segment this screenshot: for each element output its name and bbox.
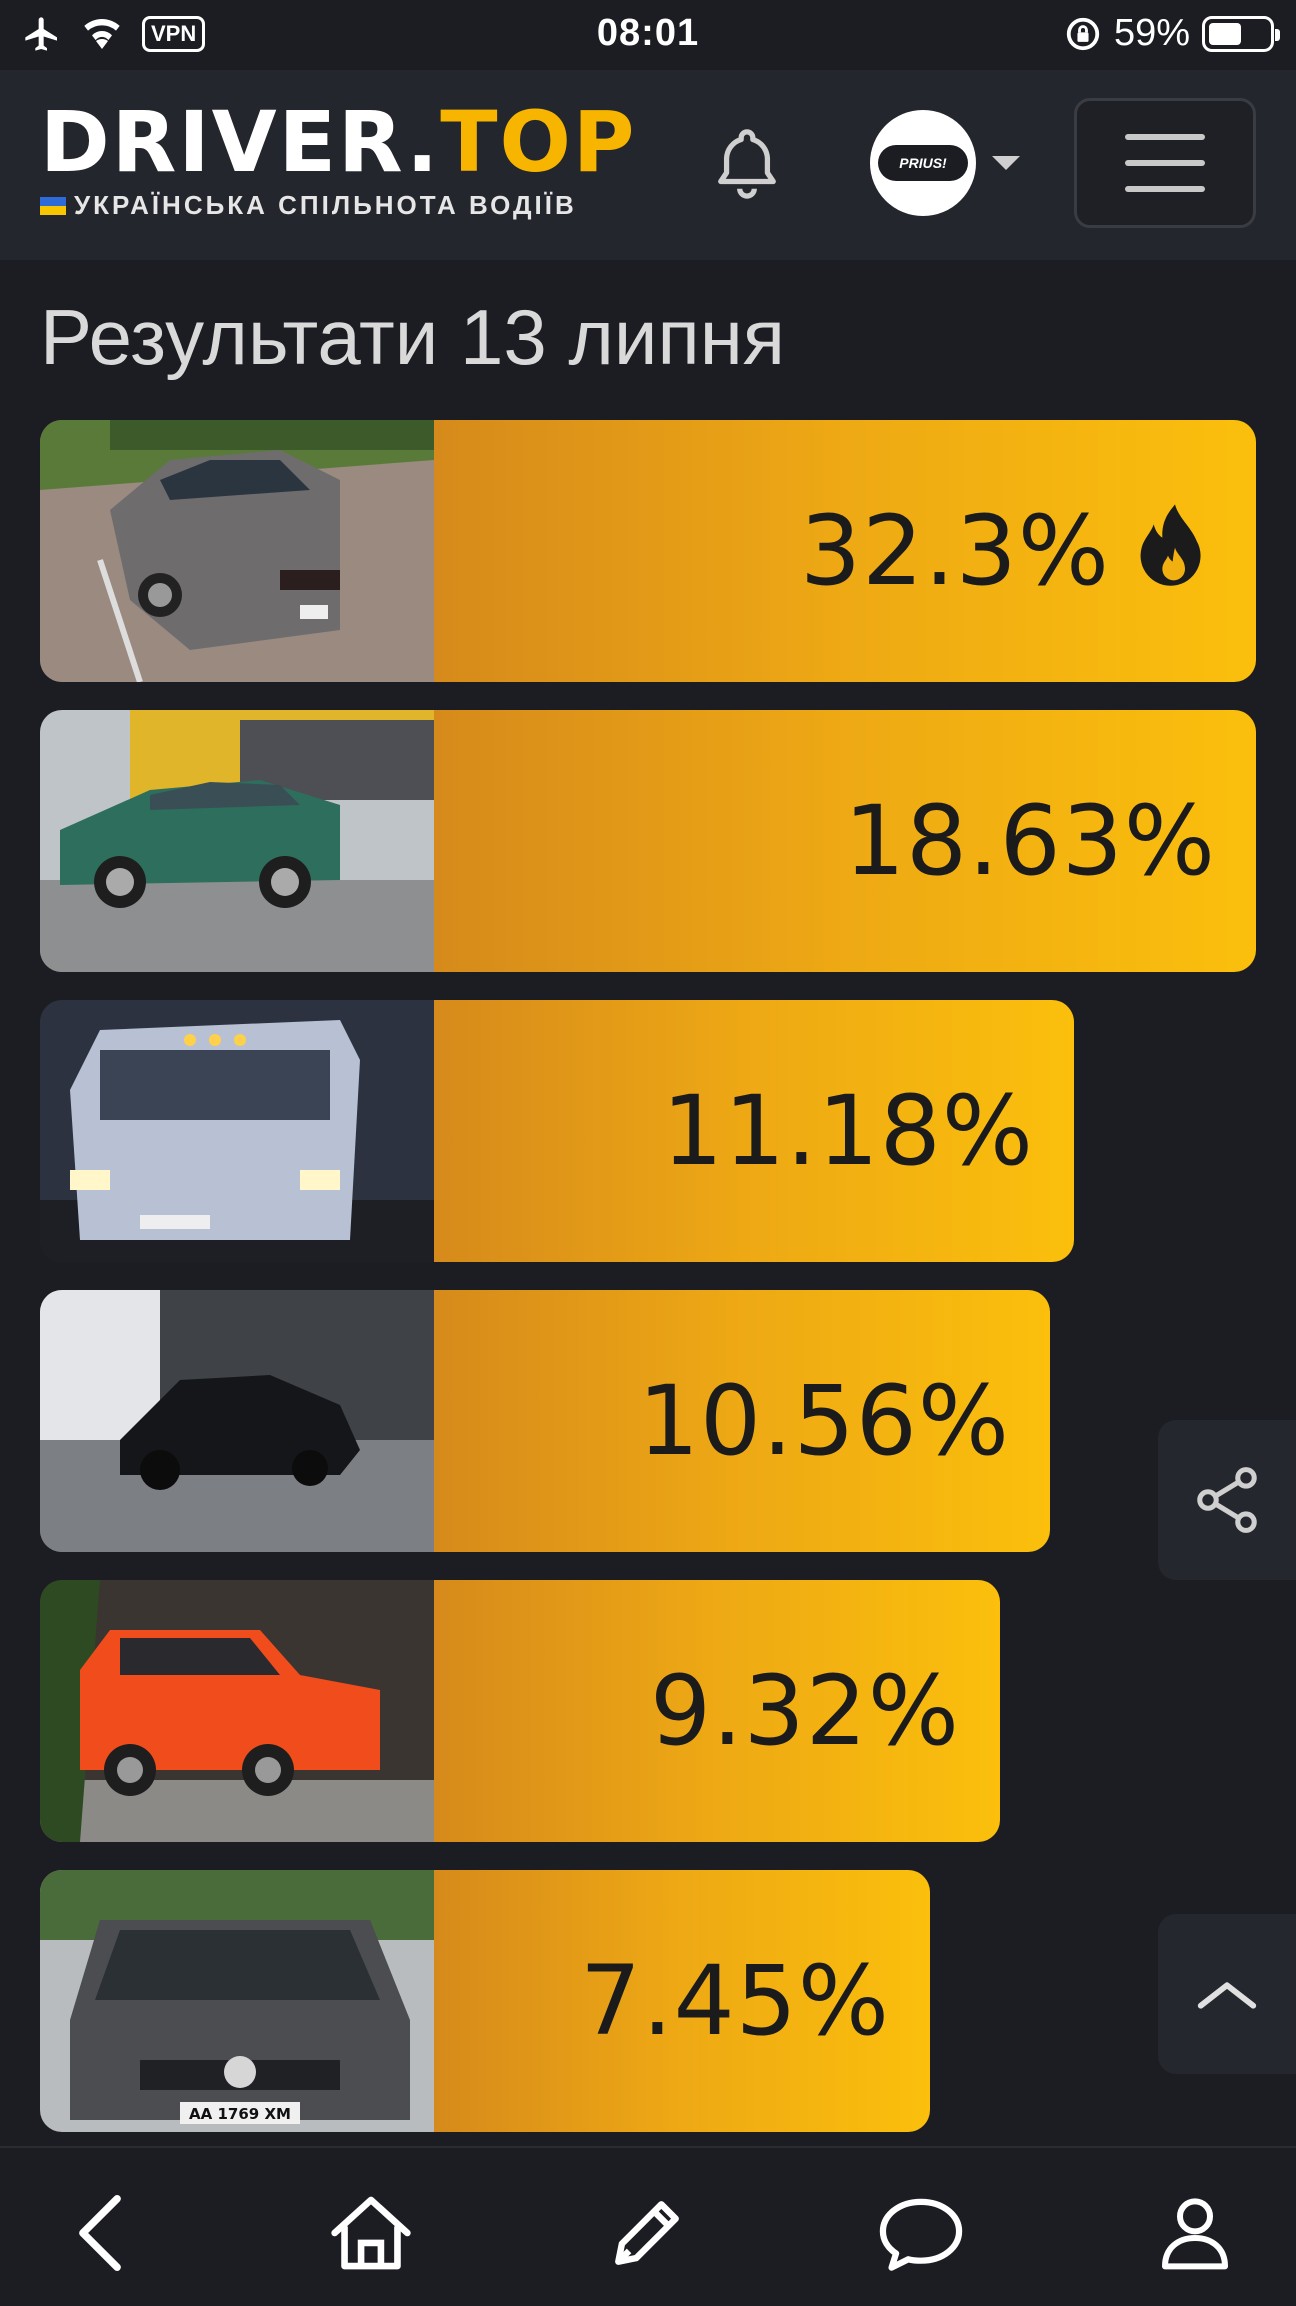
chat-icon[interactable]	[876, 2188, 966, 2278]
logo-top: TOP	[440, 93, 637, 191]
result-percent: 10.56%	[637, 1365, 1010, 1477]
back-icon[interactable]	[55, 2188, 145, 2278]
page-title: Результати 13 липня	[40, 293, 786, 381]
home-icon[interactable]	[326, 2188, 416, 2278]
rotation-lock-icon	[1066, 17, 1100, 50]
site-header: DRIVER.TOP УКРАЇНСЬКА СПІЛЬНОТА ВОДІЇВ P…	[0, 70, 1296, 260]
notifications-bell-icon[interactable]	[712, 124, 782, 204]
avatar-logo-text: PRIUS!	[878, 145, 968, 181]
menu-line-icon	[1125, 134, 1205, 140]
profile-icon[interactable]	[1150, 2188, 1240, 2278]
bottom-navigation	[0, 2146, 1296, 2306]
logo-subtitle: УКРАЇНСЬКА СПІЛЬНОТА ВОДІЇВ	[74, 190, 577, 220]
car-photo	[40, 1580, 434, 1842]
edit-icon[interactable]	[602, 2188, 692, 2278]
share-button[interactable]	[1158, 1420, 1296, 1580]
logo-driver: DRIVER.	[40, 93, 441, 191]
result-bar: 32.3%	[434, 420, 1256, 682]
result-percent: 11.18%	[661, 1075, 1034, 1187]
result-bar: 18.63%	[434, 710, 1256, 972]
result-percent: 7.45%	[580, 1945, 890, 2057]
avatar[interactable]: PRIUS!	[870, 110, 976, 216]
result-percent: 32.3%	[800, 495, 1110, 607]
result-row-4[interactable]: 10.56%	[40, 1290, 1050, 1552]
result-row-6[interactable]: AA 1769 XM 7.45%	[40, 1870, 930, 2132]
car-photo	[40, 1000, 434, 1262]
chevron-up-icon	[1197, 1982, 1257, 2009]
status-right: 59%	[1064, 12, 1280, 55]
battery-percent: 59%	[1113, 12, 1190, 54]
result-percent: 18.63%	[843, 785, 1216, 897]
logo-text: DRIVER.TOP	[40, 100, 636, 184]
result-row-1[interactable]: 32.3%	[40, 420, 1256, 682]
result-row-5[interactable]: 9.32%	[40, 1580, 1000, 1842]
car-photo	[40, 420, 434, 682]
fire-icon	[1140, 504, 1201, 586]
result-bar: 9.32%	[434, 1580, 1000, 1842]
result-row-3[interactable]: 11.18%	[40, 1000, 1074, 1262]
result-bar: 11.18%	[434, 1000, 1074, 1262]
hamburger-menu-button[interactable]	[1074, 98, 1256, 228]
site-logo[interactable]: DRIVER.TOP УКРАЇНСЬКА СПІЛЬНОТА ВОДІЇВ	[40, 100, 636, 221]
scroll-top-button[interactable]	[1158, 1914, 1296, 2074]
result-bar: 7.45%	[434, 1870, 930, 2132]
share-icon	[1197, 1467, 1257, 1533]
logo-tagline: УКРАЇНСЬКА СПІЛЬНОТА ВОДІЇВ	[40, 190, 636, 221]
result-percent: 9.32%	[650, 1655, 960, 1767]
car-photo: AA 1769 XM	[40, 1870, 434, 2132]
car-photo	[40, 1290, 434, 1552]
result-row-2[interactable]: 18.63%	[40, 710, 1256, 972]
ukraine-flag-icon	[40, 196, 66, 215]
chevron-down-icon[interactable]	[992, 156, 1020, 170]
result-bar: 10.56%	[434, 1290, 1050, 1552]
user-menu[interactable]: PRIUS!	[870, 110, 1020, 216]
license-plate: AA 1769 XM	[189, 2105, 291, 2123]
menu-line-icon	[1125, 160, 1205, 166]
status-bar: VPN 08:01 59%	[0, 0, 1296, 70]
battery-icon	[1202, 15, 1280, 52]
menu-line-icon	[1125, 186, 1205, 192]
car-photo	[40, 710, 434, 972]
